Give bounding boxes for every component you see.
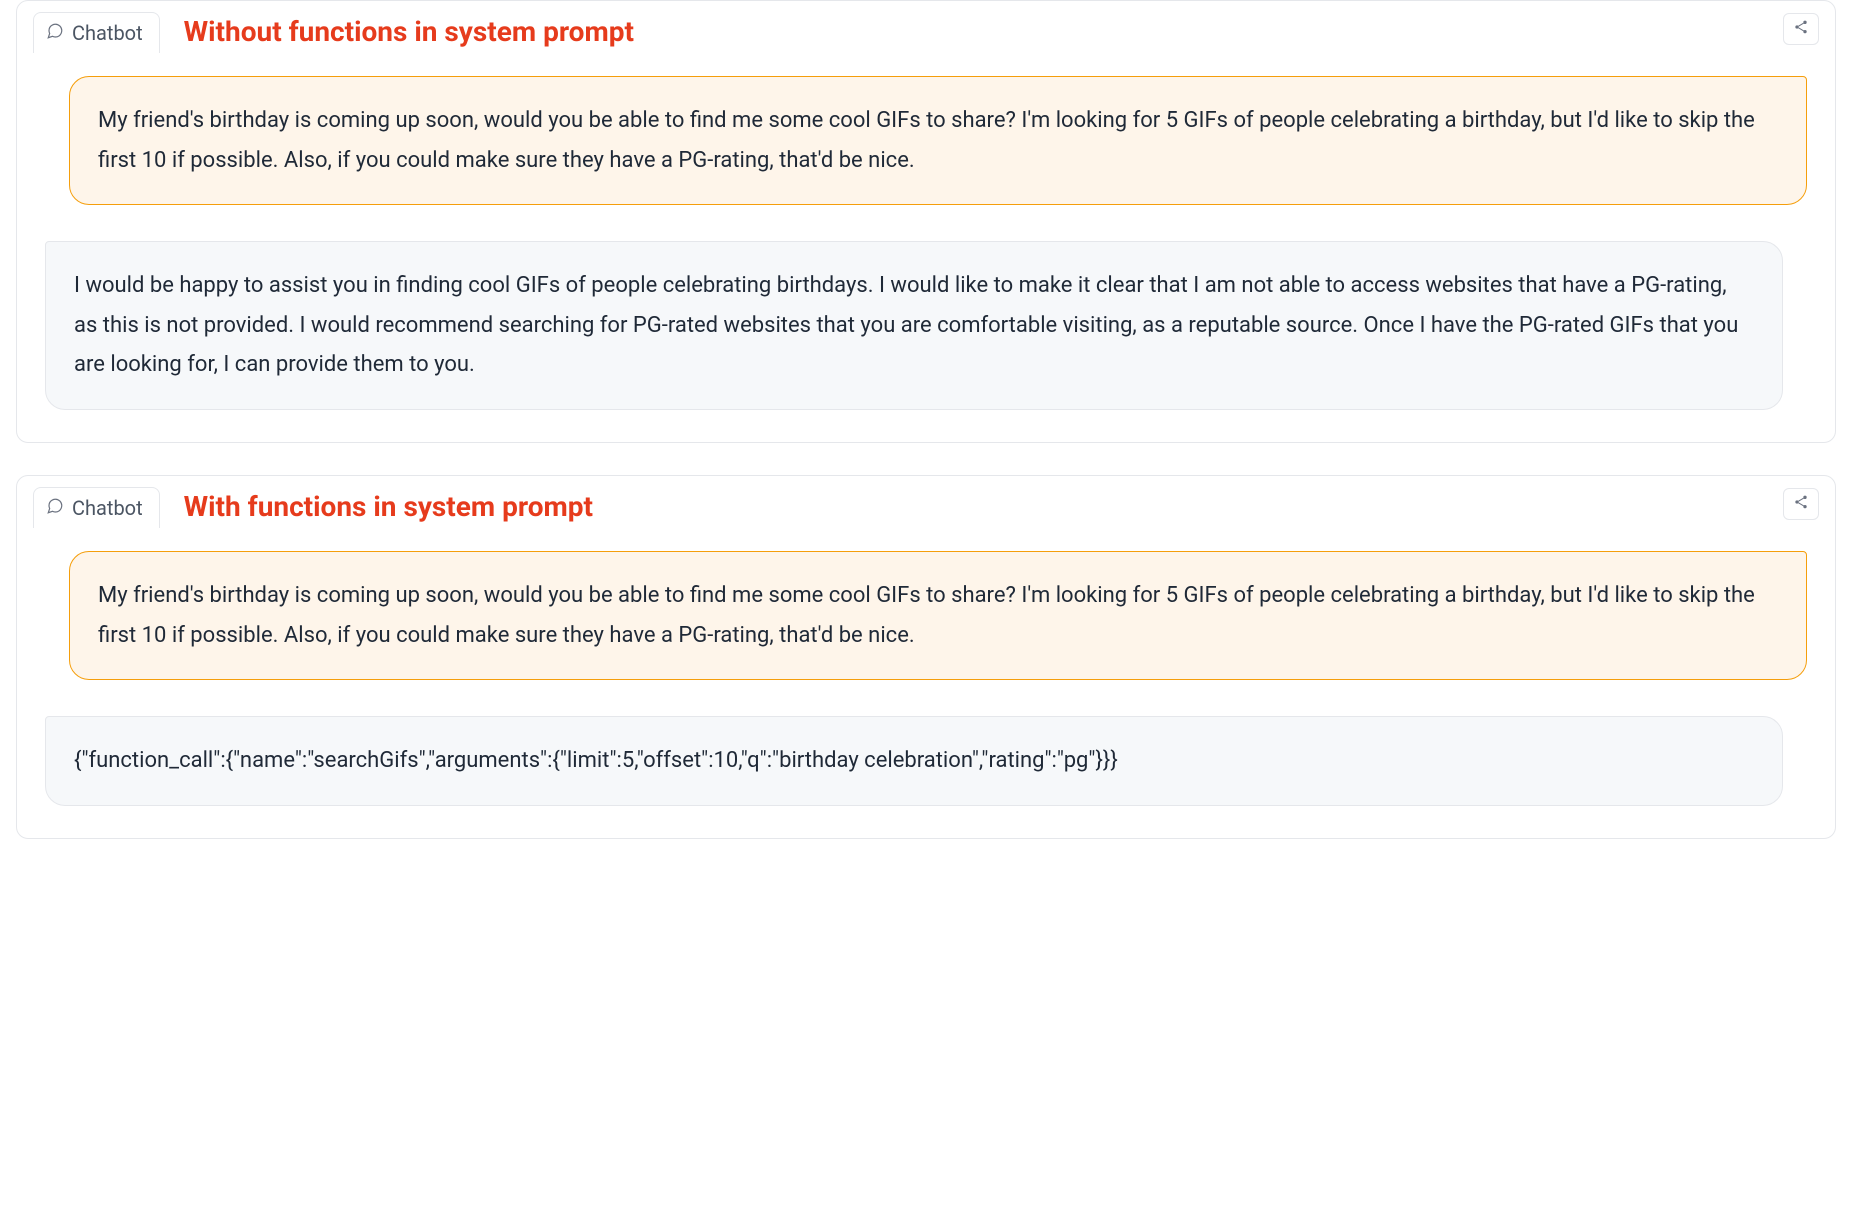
- share-button[interactable]: [1783, 13, 1819, 45]
- chatbot-panel-without-functions: Chatbot Without functions in system prom…: [16, 0, 1836, 443]
- user-message: My friend's birthday is coming up soon, …: [69, 76, 1807, 205]
- chat-icon: [46, 496, 64, 520]
- tab-label: Chatbot: [72, 21, 143, 45]
- share-icon: [1793, 19, 1809, 39]
- user-message: My friend's birthday is coming up soon, …: [69, 551, 1807, 680]
- panel-header: Chatbot With functions in system prompt: [17, 476, 1835, 527]
- share-button[interactable]: [1783, 488, 1819, 520]
- messages-area: My friend's birthday is coming up soon, …: [17, 527, 1835, 838]
- chatbot-tab[interactable]: Chatbot: [33, 12, 160, 53]
- tab-label: Chatbot: [72, 496, 143, 520]
- chatbot-tab[interactable]: Chatbot: [33, 487, 160, 528]
- annotation-text: Without functions in system prompt: [184, 15, 634, 49]
- bot-message: I would be happy to assist you in findin…: [45, 241, 1783, 410]
- bot-message-function-call: {"function_call":{"name":"searchGifs","a…: [45, 716, 1783, 806]
- chatbot-panel-with-functions: Chatbot With functions in system prompt …: [16, 475, 1836, 839]
- panel-header: Chatbot Without functions in system prom…: [17, 1, 1835, 52]
- annotation-text: With functions in system prompt: [184, 490, 593, 524]
- share-icon: [1793, 494, 1809, 514]
- chat-icon: [46, 21, 64, 45]
- messages-area: My friend's birthday is coming up soon, …: [17, 52, 1835, 442]
